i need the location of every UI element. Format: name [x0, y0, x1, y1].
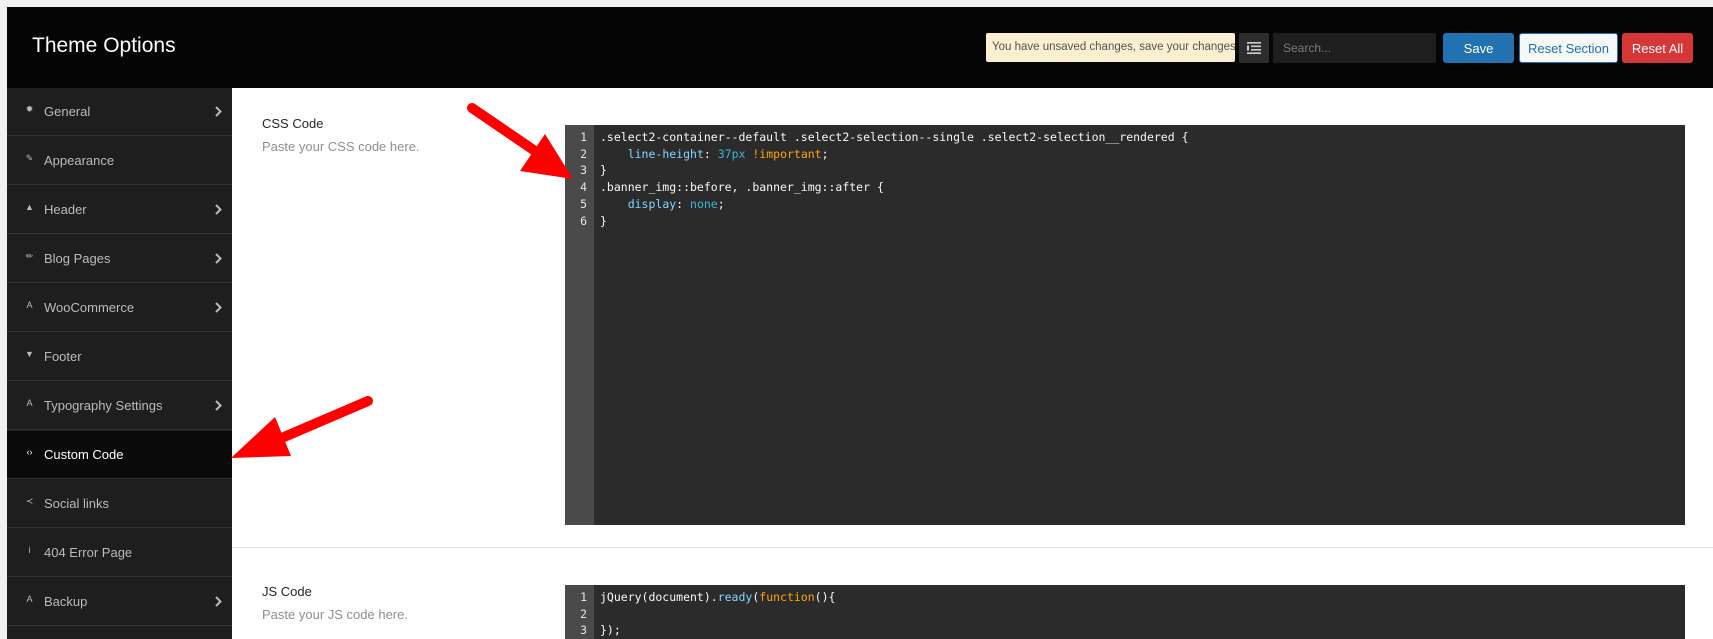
- sidebar-item-header[interactable]: ▲ Header: [7, 186, 232, 234]
- sidebar-item-general[interactable]: ✹ General: [7, 88, 232, 136]
- reset-section-button[interactable]: Reset Section: [1519, 33, 1618, 63]
- line-number: 2: [580, 146, 587, 161]
- line-number: 1: [580, 590, 587, 604]
- list-icon: [1247, 42, 1261, 54]
- code-token: display: [627, 196, 677, 211]
- section-divider: [232, 547, 1713, 548]
- unsaved-changes-notice: You have unsaved changes, save your chan…: [986, 33, 1235, 62]
- js-code-editor[interactable]: 1 jQuery(document).ready(function(){ 2 3});: [565, 585, 1685, 639]
- code-token: !important: [752, 146, 822, 161]
- code-token: ;: [717, 196, 725, 211]
- share-icon: ≺: [25, 496, 34, 506]
- code-text: });: [600, 621, 621, 639]
- code-token: ready: [717, 590, 753, 604]
- line-number: 3: [580, 623, 587, 638]
- code-text: display: none;: [600, 195, 725, 213]
- sidebar-item-label: 404 Error Page: [44, 545, 133, 560]
- page-title: Theme Options: [32, 34, 176, 57]
- sidebar-item-label: Blog Pages: [44, 251, 111, 266]
- sidebar-item-label: Header: [44, 202, 87, 217]
- theme-options-window: Theme Options You have unsaved changes, …: [7, 7, 1713, 639]
- code-token: line-height: [627, 146, 704, 161]
- arrow-to-custom-code: [231, 396, 373, 458]
- sidebar-item-footer[interactable]: ▼ Footer: [7, 333, 232, 381]
- chevron-right-icon: [215, 204, 222, 215]
- search-input[interactable]: [1273, 33, 1436, 63]
- code-token: .select2-container--default .select2-sel…: [600, 130, 1189, 144]
- css-code-description: Paste your CSS code here.: [262, 139, 420, 154]
- sidebar-item-label: Custom Code: [44, 447, 124, 462]
- code-token: function: [759, 590, 815, 604]
- caret-up-icon: ▲: [25, 202, 34, 212]
- chevron-right-icon: [215, 106, 222, 117]
- code-token: jQuery(document).: [600, 590, 718, 604]
- sidebar-item-blog-pages[interactable]: ✏ Blog Pages: [7, 235, 232, 283]
- save-button[interactable]: Save: [1443, 33, 1514, 63]
- sidebar-item-label: Typography Settings: [44, 398, 163, 413]
- sidebar-item-woocommerce[interactable]: A WooCommerce: [7, 284, 232, 332]
- chevron-right-icon: [215, 302, 222, 313]
- chevron-right-icon: [215, 400, 222, 411]
- js-code-title: JS Code: [262, 584, 312, 599]
- expand-options-button[interactable]: [1239, 33, 1269, 63]
- line-number: 1: [580, 130, 587, 144]
- code-icon: ‹›: [26, 447, 33, 457]
- sidebar-item-custom-code[interactable]: ‹› Custom Code: [7, 431, 232, 479]
- font-icon: A: [26, 594, 33, 604]
- line-number: 4: [580, 180, 587, 195]
- code-text: line-height: 37px !important;: [600, 145, 829, 163]
- font-icon: A: [26, 300, 33, 310]
- font-icon: A: [26, 398, 33, 408]
- sidebar-item-label: General: [44, 104, 91, 119]
- sidebar: ✹ General ✎ Appearance ▲ Header ✏ Blog Pages A Wo…: [7, 88, 232, 639]
- code-token: }: [600, 163, 607, 178]
- sidebar-item-label: Backup: [44, 594, 88, 609]
- css-code-editor[interactable]: 1 .select2-container--default .select2-se…: [565, 125, 1685, 525]
- css-code-title: CSS Code: [262, 116, 324, 131]
- caret-down-icon: ▼: [25, 349, 34, 359]
- code-token: });: [600, 623, 621, 638]
- code-text: .banner_img::before, .banner_img::after …: [600, 178, 884, 196]
- sidebar-item-backup[interactable]: A Backup: [7, 578, 232, 626]
- top-bar: Theme Options You have unsaved changes, …: [7, 7, 1713, 88]
- sidebar-item-label: Appearance: [44, 153, 115, 168]
- code-text: }: [600, 161, 607, 179]
- line-number: 3: [580, 163, 587, 178]
- line-number: 2: [580, 606, 587, 621]
- arrow-to-css-editor: [467, 103, 573, 179]
- sidebar-item-typography-settings[interactable]: A Typography Settings: [7, 382, 232, 430]
- code-text: }: [600, 212, 607, 230]
- sidebar-item-label: Footer: [44, 349, 82, 364]
- js-code-description: Paste your JS code here.: [262, 607, 408, 622]
- pin-icon: ✏: [25, 251, 34, 261]
- sidebar-item-404-error-page[interactable]: i 404 Error Page: [7, 529, 232, 577]
- code-text: .select2-container--default .select2-sel…: [600, 128, 1189, 146]
- line-number: 5: [580, 196, 587, 211]
- chevron-right-icon: [215, 596, 222, 607]
- chevron-right-icon: [215, 253, 222, 264]
- code-token: (){: [814, 590, 836, 604]
- code-token: :: [676, 196, 691, 211]
- code-token: .banner_img::before, .banner_img::after …: [600, 180, 884, 195]
- code-token: :: [703, 146, 718, 161]
- brush-icon: ✎: [25, 153, 34, 163]
- code-token: ;: [821, 146, 829, 161]
- gear-icon: ✹: [25, 104, 34, 114]
- code-token: none: [690, 196, 718, 211]
- sidebar-item-social-links[interactable]: ≺ Social links: [7, 480, 232, 528]
- code-token: }: [600, 213, 607, 228]
- sidebar-item-appearance[interactable]: ✎ Appearance: [7, 137, 232, 185]
- sidebar-item-label: WooCommerce: [44, 300, 135, 315]
- info-icon: i: [28, 545, 31, 555]
- reset-all-button[interactable]: Reset All: [1622, 33, 1693, 63]
- code-token: 37px: [717, 146, 746, 161]
- sidebar-item-label: Social links: [44, 496, 110, 511]
- line-number: 6: [580, 213, 587, 228]
- code-text: jQuery(document).ready(function(){: [600, 588, 835, 606]
